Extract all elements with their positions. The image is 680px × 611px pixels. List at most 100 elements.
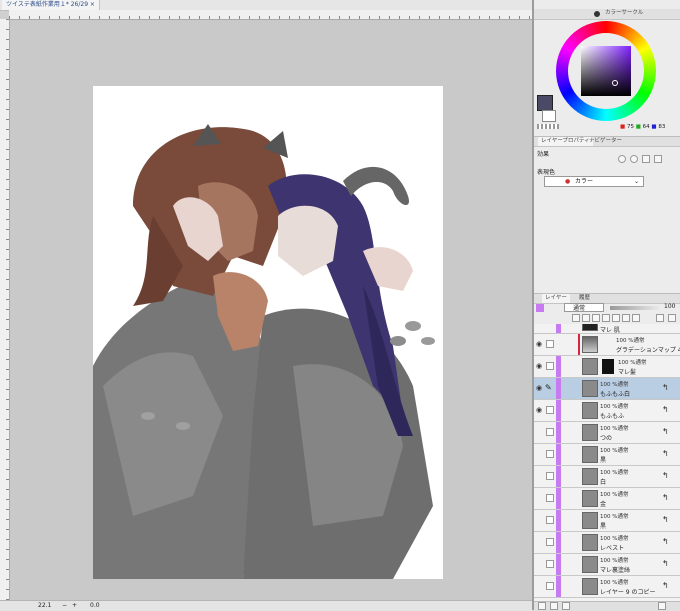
layer-thumbnail <box>582 556 598 573</box>
clip-icon[interactable]: ↰ <box>662 581 671 590</box>
layer-lock-checkbox[interactable] <box>546 362 554 370</box>
artwork-canvas[interactable] <box>93 86 443 579</box>
transparent-swatch[interactable] <box>537 124 559 129</box>
document-tab[interactable]: ツイステ表紙作業用１* 26/29 × <box>2 0 100 10</box>
visibility-eye-icon[interactable]: ◉ <box>536 340 544 348</box>
tab-layer[interactable]: レイヤー <box>542 294 570 303</box>
layer-row[interactable]: 100 %通常 金 ↰ <box>534 488 680 510</box>
layer-row[interactable]: 100 %通常 黒 ↰ <box>534 510 680 532</box>
color-circle-tab[interactable]: カラーサークル <box>602 9 646 18</box>
ruler-icon[interactable] <box>632 314 640 322</box>
visibility-eye-icon[interactable]: ◉ <box>536 362 544 370</box>
layer-mode: 100 %通常 <box>618 360 647 366</box>
layer-lock-checkbox[interactable] <box>546 450 554 458</box>
visibility-eye-icon[interactable]: ◉ <box>536 406 544 414</box>
effect-tone-icon[interactable] <box>630 155 638 163</box>
expression-color-label: 表現色 <box>537 169 556 176</box>
layer-row[interactable]: 100 %通常 マレ裏塗絲 ↰ <box>534 554 680 576</box>
clip-icon[interactable]: ↰ <box>662 559 671 568</box>
tab-history[interactable]: 履歴 <box>576 294 593 303</box>
layer-thumbnail <box>582 446 598 463</box>
reference-layer-icon[interactable] <box>582 314 590 322</box>
color-wheel[interactable] <box>556 21 656 121</box>
layer-lock-checkbox[interactable] <box>546 428 554 436</box>
layer-color-indicator[interactable] <box>536 304 544 312</box>
layer-row[interactable]: ◉ 100 %通常 マレ髪 <box>534 356 680 378</box>
layer-name: マレ 肌 <box>600 327 620 334</box>
layer-mode: 100 %通常 <box>600 514 629 520</box>
hsv-readout: ■ 75 ■ 64 ■ 83 <box>620 124 666 130</box>
hue-value: 75 <box>626 124 634 130</box>
layer-lock-checkbox[interactable] <box>546 560 554 568</box>
layer-lock-checkbox[interactable] <box>546 406 554 414</box>
layer-panel-tabbar: レイヤー 履歴 <box>534 293 680 304</box>
mask-icon[interactable] <box>622 314 630 322</box>
new-raster-layer-icon[interactable] <box>538 602 546 610</box>
tab-layer-property[interactable]: レイヤープロパティ <box>538 137 593 146</box>
layer-mode: 100 %通常 <box>600 470 629 476</box>
vertical-ruler <box>0 19 10 600</box>
clip-icon[interactable]: ↰ <box>662 449 671 458</box>
delete-layer-icon[interactable] <box>658 602 666 610</box>
sub-color-swatch[interactable] <box>542 110 556 122</box>
layer-list: マレ 肌 ◉ 100 %通常 グラデーションマップ 4 ◉ 100 %通常 マレ… <box>534 324 680 602</box>
layer-lock-checkbox[interactable] <box>546 340 554 348</box>
clip-icon[interactable]: ↰ <box>662 427 671 436</box>
layer-menu-icon[interactable] <box>668 314 676 322</box>
lock-transparent-icon[interactable] <box>612 314 620 322</box>
color-picker-cursor[interactable] <box>612 80 618 86</box>
layer-row[interactable]: 100 %通常 白 ↰ <box>534 466 680 488</box>
tab-navigator[interactable]: ナビゲーター <box>586 137 625 146</box>
expression-color-select[interactable]: ● カラー ⌄ <box>544 176 644 187</box>
layer-row[interactable]: ◉ 100 %通常 もふもふ ↰ <box>534 400 680 422</box>
layer-lock-checkbox[interactable] <box>546 582 554 590</box>
layer-name: レベスト <box>600 545 625 552</box>
layer-mode: 100 %通常 <box>600 580 629 586</box>
layer-lock-checkbox[interactable] <box>546 494 554 502</box>
layer-row-selected[interactable]: ◉ ✎ 100 %通常 もふもふ白 ↰ <box>534 378 680 400</box>
layer-thumbnail <box>582 324 598 331</box>
opacity-slider[interactable] <box>610 306 662 310</box>
layer-row[interactable]: ◉ 100 %通常 グラデーションマップ 4 <box>534 334 680 356</box>
layer-row[interactable]: マレ 肌 <box>534 324 680 334</box>
clip-icon[interactable]: ↰ <box>662 537 671 546</box>
layer-name: つの <box>600 435 613 442</box>
layer-row[interactable]: 100 %通常 つの ↰ <box>534 422 680 444</box>
color-circle-icon[interactable] <box>594 11 600 17</box>
effect-layer-color-icon[interactable] <box>642 155 650 163</box>
saturation-value: 64 <box>642 124 650 130</box>
clip-icon[interactable]: ↰ <box>662 493 671 502</box>
clip-icon[interactable]: ↰ <box>662 471 671 480</box>
layer-mask-thumbnail <box>602 359 614 374</box>
layer-row[interactable]: 100 %通常 レイヤー 9 のコピー ↰ <box>534 576 680 598</box>
layer-row[interactable]: 100 %通常 黒 ↰ <box>534 444 680 466</box>
clip-layer-icon[interactable] <box>572 314 580 322</box>
visibility-eye-icon[interactable]: ◉ <box>536 384 544 392</box>
opacity-value[interactable]: 100 <box>664 303 675 310</box>
brightness-value: 83 <box>658 124 666 130</box>
new-vector-layer-icon[interactable] <box>550 602 558 610</box>
effect-texture-icon[interactable] <box>654 155 662 163</box>
layer-mode: 100 %通常 <box>600 382 629 388</box>
saturation-value-square[interactable] <box>581 46 631 96</box>
main-color-swatch[interactable] <box>537 95 553 111</box>
new-folder-icon[interactable] <box>562 602 570 610</box>
layer-lock-checkbox[interactable] <box>546 516 554 524</box>
layer-row[interactable]: 100 %通常 レベスト ↰ <box>534 532 680 554</box>
chevron-down-icon: ⌄ <box>633 178 639 185</box>
layer-color-icon[interactable] <box>656 314 664 322</box>
lock-layer-icon[interactable] <box>602 314 610 322</box>
layer-thumbnail <box>582 512 598 529</box>
layer-lock-checkbox[interactable] <box>546 472 554 480</box>
draft-layer-icon[interactable] <box>592 314 600 322</box>
layer-lock-checkbox[interactable] <box>546 538 554 546</box>
status-bar: 22.1 − + 0.0 <box>0 600 533 611</box>
layer-name: レイヤー 9 のコピー <box>600 589 656 596</box>
layer-mode: 100 %通常 <box>600 558 629 564</box>
clip-icon[interactable]: ↰ <box>662 383 671 392</box>
layer-mode: 100 %通常 <box>600 536 629 542</box>
clip-icon[interactable]: ↰ <box>662 515 671 524</box>
effect-border-icon[interactable] <box>618 155 626 163</box>
blend-mode-select[interactable]: 通常 <box>564 303 604 312</box>
clip-icon[interactable]: ↰ <box>662 405 671 414</box>
